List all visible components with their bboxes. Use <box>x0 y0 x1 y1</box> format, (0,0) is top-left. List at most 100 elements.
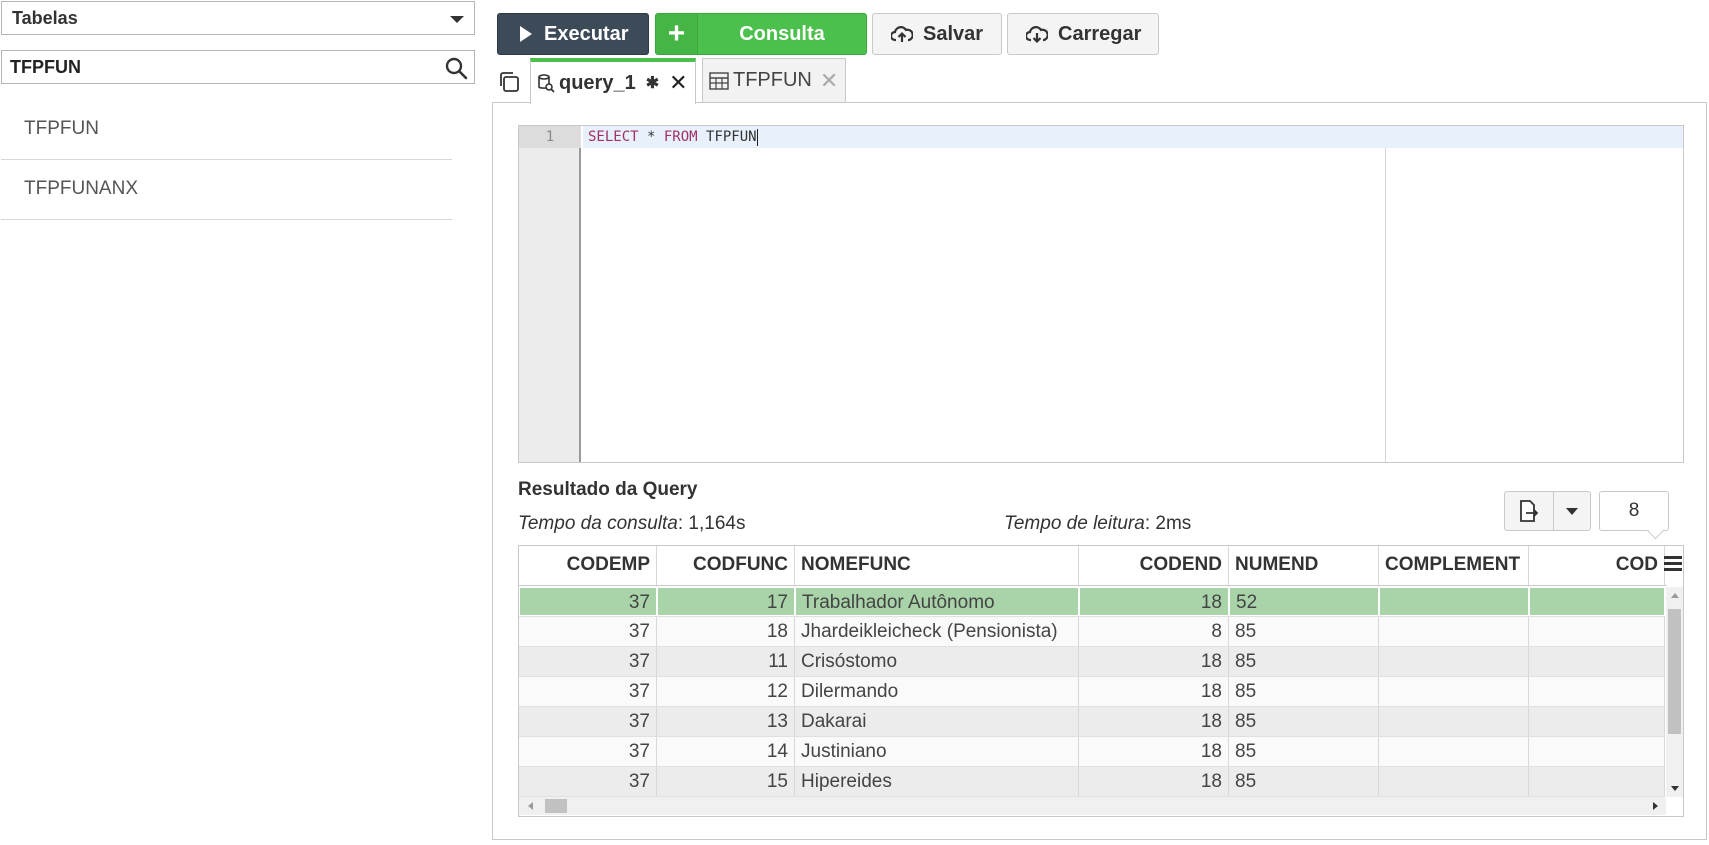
export-button[interactable] <box>1504 491 1554 531</box>
cell-numend[interactable]: 85 <box>1229 707 1379 736</box>
column-header[interactable]: CODEMP <box>519 546 657 585</box>
new-query-button[interactable]: + Consulta <box>655 13 867 55</box>
execute-button[interactable]: Executar <box>497 13 649 55</box>
cell-nomefunc[interactable]: Jhardeikleicheck (Pensionista) <box>795 617 1079 646</box>
cell-codfunc[interactable]: 18 <box>657 617 795 646</box>
table-row[interactable]: 37 17 Trabalhador Autônomo 18 52 <box>519 587 1665 617</box>
sql-code-line[interactable]: SELECT * FROM TFPFUN <box>588 126 758 148</box>
cell-codfunc[interactable]: 11 <box>657 647 795 676</box>
cell-numend[interactable]: 85 <box>1229 677 1379 706</box>
column-menu-icon[interactable] <box>1664 556 1682 574</box>
horizontal-scrollbar[interactable] <box>519 797 1666 815</box>
cell-codend[interactable]: 8 <box>1079 617 1229 646</box>
cell-nomefunc[interactable]: Trabalhador Autônomo <box>795 587 1079 616</box>
query-panel: 1 SELECT * FROM TFPFUN Resultado da Quer… <box>492 102 1707 840</box>
cell-codemp[interactable]: 37 <box>519 737 657 766</box>
query-time-value: : 1,164s <box>677 513 746 534</box>
tab-query-1[interactable]: query_1 ✱ ✕ <box>530 58 696 104</box>
cell-numend[interactable]: 52 <box>1229 587 1379 616</box>
cell-codfunc[interactable]: 13 <box>657 707 795 736</box>
cell-codfunc[interactable]: 17 <box>657 587 795 616</box>
vertical-scroll-thumb[interactable] <box>1668 609 1681 734</box>
cell-codfunc[interactable]: 14 <box>657 737 795 766</box>
cell-codend[interactable]: 18 <box>1079 737 1229 766</box>
column-header[interactable]: NOMEFUNC <box>795 546 1079 585</box>
cell-complement[interactable] <box>1379 707 1529 736</box>
cell-codemp[interactable]: 37 <box>519 677 657 706</box>
cell-nomefunc[interactable]: Justiniano <box>795 737 1079 766</box>
object-type-select[interactable]: Tabelas <box>1 1 475 35</box>
vertical-scrollbar[interactable] <box>1666 587 1683 797</box>
column-header[interactable]: CODFUNC <box>657 546 795 585</box>
column-header[interactable]: COMPLEMENT <box>1379 546 1529 585</box>
search-icon[interactable] <box>444 56 468 80</box>
chevron-down-icon <box>450 16 464 23</box>
table-row[interactable]: 37 13 Dakarai 18 85 <box>519 707 1665 737</box>
sql-editor[interactable]: 1 SELECT * FROM TFPFUN <box>518 125 1684 463</box>
cell-complement[interactable] <box>1379 647 1529 676</box>
horizontal-scroll-thumb[interactable] <box>545 799 567 813</box>
close-tab-icon[interactable]: ✕ <box>820 68 838 94</box>
copy-tabs-icon[interactable] <box>497 70 521 94</box>
cell-complement[interactable] <box>1379 677 1529 706</box>
save-label: Salvar <box>923 22 984 45</box>
page-size-input[interactable]: 8 <box>1599 491 1669 531</box>
cell-codemp[interactable]: 37 <box>519 707 657 736</box>
table-row[interactable]: 37 18 Jhardeikleicheck (Pensionista) 8 8… <box>519 617 1665 647</box>
tab-tfpfun[interactable]: TFPFUN ✕ <box>702 58 846 102</box>
cell-cod[interactable] <box>1529 677 1665 706</box>
cell-nomefunc[interactable]: Dakarai <box>795 707 1079 736</box>
cell-cod[interactable] <box>1529 707 1665 736</box>
cell-codemp[interactable]: 37 <box>519 617 657 646</box>
cell-nomefunc[interactable]: Dilermando <box>795 677 1079 706</box>
table-row[interactable]: 37 14 Justiniano 18 85 <box>519 737 1665 767</box>
table-row[interactable]: 37 15 Hipereides 18 85 <box>519 767 1665 797</box>
cell-complement[interactable] <box>1379 617 1529 646</box>
cell-cod[interactable] <box>1529 647 1665 676</box>
table-list-item[interactable]: TFPFUNANX <box>1 160 452 220</box>
cell-nomefunc[interactable]: Crisóstomo <box>795 647 1079 676</box>
column-header[interactable]: CODEND <box>1079 546 1229 585</box>
table-list-item[interactable]: TFPFUN <box>1 100 452 160</box>
cell-numend[interactable]: 85 <box>1229 737 1379 766</box>
cell-codfunc[interactable]: 12 <box>657 677 795 706</box>
print-margin <box>1385 148 1386 462</box>
load-button[interactable]: Carregar <box>1007 13 1159 55</box>
cell-cod[interactable] <box>1529 767 1665 796</box>
cell-complement[interactable] <box>1379 737 1529 766</box>
cell-numend[interactable]: 85 <box>1229 767 1379 796</box>
cell-codemp[interactable]: 37 <box>519 767 657 796</box>
cell-complement[interactable] <box>1379 767 1529 796</box>
cell-complement[interactable] <box>1379 587 1529 616</box>
table-row[interactable]: 37 11 Crisóstomo 18 85 <box>519 647 1665 677</box>
column-header[interactable]: NUMEND <box>1229 546 1379 585</box>
cell-codend[interactable]: 18 <box>1079 767 1229 796</box>
cell-codend[interactable]: 18 <box>1079 707 1229 736</box>
scroll-up-icon[interactable] <box>1671 593 1679 598</box>
cell-cod[interactable] <box>1529 617 1665 646</box>
cell-cod[interactable] <box>1529 587 1665 616</box>
query-time-label: Tempo da consulta <box>518 513 678 534</box>
grid-header: CODEMP CODFUNC NOMEFUNC CODEND NUMEND CO… <box>519 546 1667 586</box>
cell-numend[interactable]: 85 <box>1229 617 1379 646</box>
close-tab-icon[interactable]: ✕ <box>669 70 687 96</box>
object-search-input[interactable] <box>2 51 422 83</box>
export-dropdown-button[interactable] <box>1553 491 1591 531</box>
scroll-left-icon[interactable] <box>528 802 533 810</box>
tab-label: query_1 <box>559 71 636 94</box>
cell-codend[interactable]: 18 <box>1079 677 1229 706</box>
table-row[interactable]: 37 12 Dilermando 18 85 <box>519 677 1665 707</box>
cell-codfunc[interactable]: 15 <box>657 767 795 796</box>
cell-codemp[interactable]: 37 <box>519 587 657 616</box>
new-query-label: Consulta <box>739 22 825 45</box>
cell-cod[interactable] <box>1529 737 1665 766</box>
cell-numend[interactable]: 85 <box>1229 647 1379 676</box>
scroll-down-icon[interactable] <box>1671 786 1679 791</box>
cell-codemp[interactable]: 37 <box>519 647 657 676</box>
save-button[interactable]: Salvar <box>872 13 1002 55</box>
cell-nomefunc[interactable]: Hipereides <box>795 767 1079 796</box>
scroll-right-icon[interactable] <box>1653 802 1658 810</box>
cell-codend[interactable]: 18 <box>1079 587 1229 616</box>
cell-codend[interactable]: 18 <box>1079 647 1229 676</box>
column-header[interactable]: COD <box>1529 546 1665 585</box>
